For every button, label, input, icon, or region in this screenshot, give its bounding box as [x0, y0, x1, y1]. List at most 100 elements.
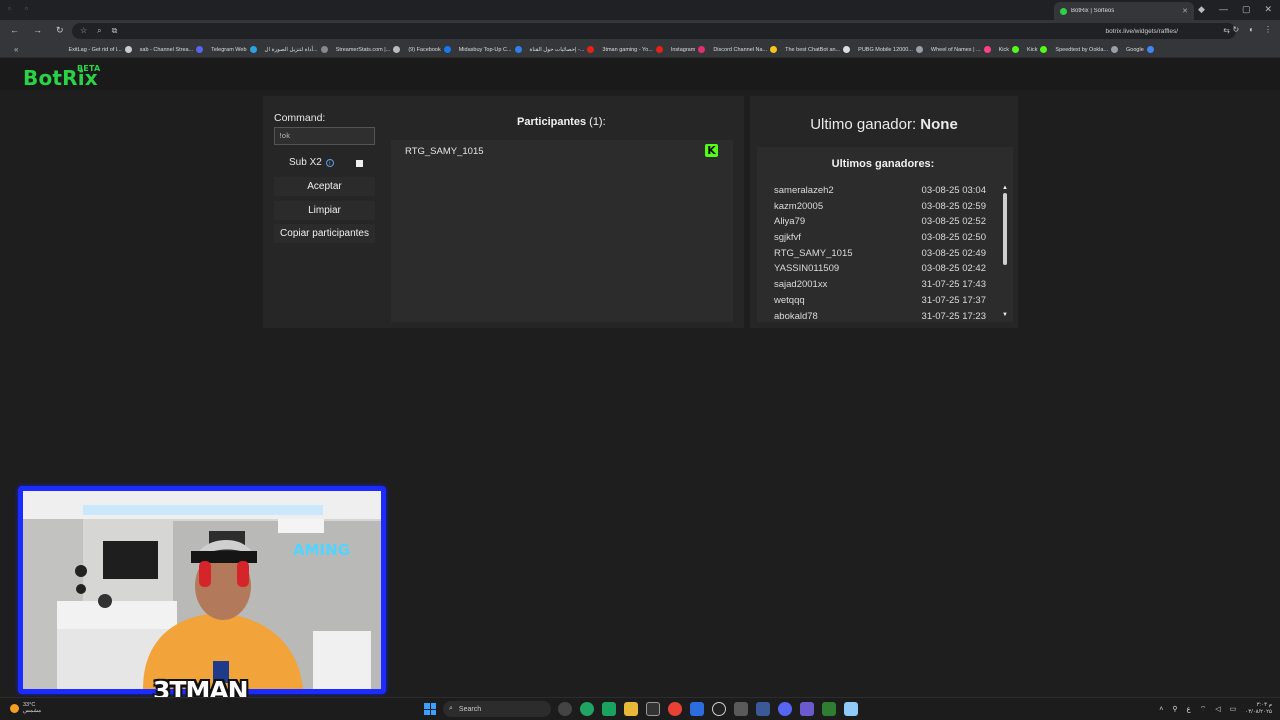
sub-x2-checkbox[interactable] [356, 160, 363, 167]
bookmark-item[interactable]: Google [1126, 46, 1154, 53]
bookmark-favicon-icon [124, 46, 132, 53]
terminal-icon[interactable] [822, 702, 836, 716]
bookmark-item[interactable]: ExitLag - Get rid of l... [68, 46, 132, 53]
winners-history[interactable]: Ultimos ganadores: sameralazeh2 03-08-25 … [757, 147, 1013, 322]
tab-placeholder-icon[interactable]: ▫ [25, 4, 28, 13]
file-explorer-icon[interactable] [624, 702, 638, 716]
bookmark-item[interactable]: Telegram Web [211, 46, 257, 53]
webcam-overlay: AMING [18, 486, 386, 694]
bookmark-favicon-icon [655, 46, 663, 53]
winner-date: 03-08-25 03:04 [921, 185, 986, 196]
windows-start-icon[interactable] [424, 703, 436, 715]
accept-button[interactable]: Aceptar [274, 177, 375, 196]
profile-icon[interactable]: ◐ [1249, 25, 1254, 34]
bookmark-favicon-icon [320, 46, 328, 53]
scroll-down-icon[interactable]: ▼ [1002, 312, 1008, 318]
bookmarks-bar: « ExitLag - Get rid of l... sab - Channel… [0, 42, 1280, 58]
menu-icon[interactable]: ⋮ [1264, 25, 1272, 34]
clock[interactable]: ۳:۰۴ م ۰۳/۰۸/۲۰۲۵ [1245, 702, 1272, 716]
winner-name: YASSIN011509 [774, 263, 840, 275]
language-indicator[interactable]: ع [1187, 705, 1191, 713]
winner-date: 03-08-25 02:52 [921, 216, 986, 228]
winner-row: Aliya79 03-08-25 02:52 [774, 216, 986, 232]
bookmark-favicon-icon [443, 46, 451, 53]
translate-icon[interactable]: ⇆ [1223, 26, 1230, 35]
tray-overflow-icon[interactable]: ˄ [1159, 706, 1163, 713]
bookmark-item[interactable]: 3tman gaming - Yo... [602, 46, 663, 53]
bookmark-label: ExitLag - Get rid of l... [68, 46, 122, 53]
chrome-icon[interactable] [668, 702, 682, 716]
bookmark-label: 3tman gaming - Yo... [602, 46, 653, 53]
bookmark-item[interactable]: Wheel of Names | ... [931, 46, 991, 53]
discord-icon[interactable] [778, 702, 792, 716]
scroll-up-icon[interactable]: ▲ [1002, 185, 1008, 191]
tab-close-icon[interactable]: ✕ [1182, 7, 1188, 15]
bookmark-item[interactable]: (9) Facebook [408, 46, 451, 53]
settings-app-icon[interactable] [734, 702, 748, 716]
bookmark-item[interactable]: sab - Channel Strea... [140, 46, 204, 53]
minimize-icon[interactable]: — [1219, 4, 1228, 15]
bookmark-item[interactable]: Instagram [671, 46, 706, 53]
winner-date: 31-07-25 17:37 [921, 294, 986, 306]
bookmark-item[interactable]: إحصائيات حول القناة -... [530, 46, 595, 53]
search-placeholder: Search [458, 705, 482, 713]
wifi-icon[interactable]: ⌔ [1200, 705, 1207, 714]
bookmark-item[interactable]: StreamerStats.com |... [336, 46, 401, 53]
photos-icon[interactable] [756, 702, 770, 716]
bookmark-item[interactable]: Kick [1027, 46, 1048, 53]
bookmark-item[interactable]: The best ChatBot an... [785, 46, 851, 53]
winner-date: 31-07-25 17:23 [921, 310, 986, 322]
capture-icon[interactable] [646, 702, 660, 716]
bookmark-item[interactable]: Kick [998, 46, 1020, 53]
tab-botrix[interactable]: BotRix | Sorteos ✕ [1054, 2, 1194, 20]
bookmark-label: Telegram Web [211, 46, 247, 53]
last-winner-label: Ultimo ganador: [810, 116, 917, 133]
bookmark-item[interactable]: PUBG Mobile 12000... [858, 46, 923, 53]
install-app-icon[interactable]: ⧉ [112, 26, 118, 36]
botrix-logo[interactable]: BotRix BETA [23, 64, 100, 90]
bookmark-star-icon[interactable]: ☆ [80, 26, 87, 36]
bookmark-favicon-icon [1146, 46, 1154, 53]
obs-icon[interactable] [558, 702, 572, 716]
battery-icon[interactable]: ▭ [1230, 705, 1237, 713]
zoom-icon[interactable]: ⌕ [97, 26, 101, 36]
bookmark-favicon-icon [1040, 46, 1048, 53]
bookmark-item[interactable]: أداة لتنزيل الصورة ال... [265, 46, 328, 53]
tab-list-icon[interactable]: ▫ [8, 4, 11, 13]
github-icon[interactable] [712, 702, 726, 716]
bookmark-item[interactable]: Speedtest by Ookla... [1055, 46, 1119, 53]
store-icon[interactable] [690, 702, 704, 716]
bookmark-label: Google [1126, 46, 1144, 53]
window-controls: ◆ — ▢ ✕ [1198, 4, 1272, 15]
weather-widget[interactable]: 33°C مشمس [10, 702, 41, 714]
close-window-icon[interactable]: ✕ [1264, 4, 1272, 15]
app-hex-icon[interactable] [602, 702, 616, 716]
taskbar-search[interactable]: ⌕ Search [443, 701, 551, 717]
tab-search-icon[interactable]: ◆ [1198, 4, 1205, 15]
volume-icon[interactable]: ◁ [1215, 705, 1220, 713]
participants-count: (1): [589, 116, 606, 128]
extensions-icon[interactable]: ↻ [1232, 25, 1239, 34]
bookmark-item[interactable]: Midasbuy Top-Up C... [459, 46, 522, 53]
app-purple-icon[interactable] [800, 702, 814, 716]
maximize-icon[interactable]: ▢ [1242, 4, 1251, 15]
notepad-icon[interactable] [844, 702, 858, 716]
forward-icon[interactable]: → [33, 25, 42, 36]
toolbar-right-icons: ↻ ◐ ⋮ [1232, 25, 1272, 34]
scrollbar-thumb[interactable] [1003, 193, 1007, 265]
winners-scrollbar[interactable]: ▲ ▼ [1002, 185, 1008, 319]
bookmark-label: Wheel of Names | ... [930, 46, 981, 53]
copy-participants-button[interactable]: Copiar participantes [274, 224, 375, 243]
reload-icon[interactable]: ↻ [56, 25, 64, 36]
info-icon[interactable]: i [325, 158, 334, 167]
bookmark-label: Kick [998, 46, 1010, 53]
command-input[interactable] [274, 127, 375, 145]
usb-icon[interactable]: ⚲ [1172, 705, 1177, 713]
clear-button[interactable]: Limpiar [274, 201, 375, 220]
bookmarks-overflow-icon[interactable]: « [14, 45, 18, 54]
address-bar[interactable]: botrix.live/widgets/raffles/ [72, 23, 1236, 39]
participants-title: Participantes (1): [517, 116, 606, 128]
bookmark-item[interactable]: Discord Channel Na... [713, 46, 778, 53]
edge-icon[interactable] [580, 702, 594, 716]
back-icon[interactable]: ← [10, 25, 19, 36]
